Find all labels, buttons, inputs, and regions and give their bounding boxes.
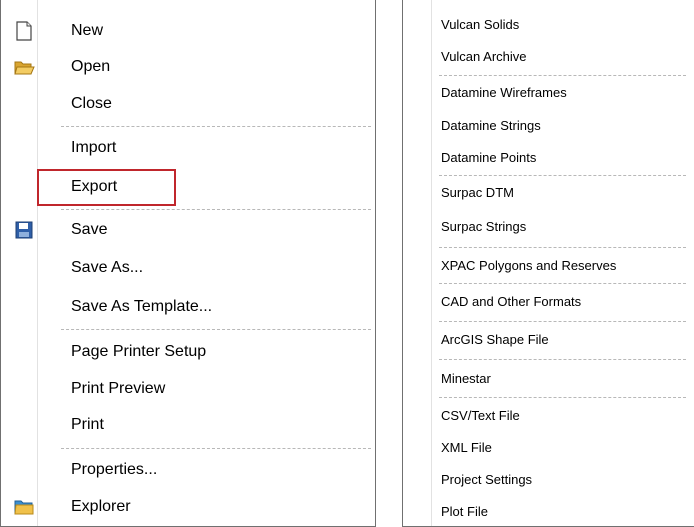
menu-separator <box>61 126 371 127</box>
menu-item-label: Plot File <box>441 503 488 519</box>
menu-item-print[interactable]: Print <box>1 406 375 444</box>
menu-item-label: Properties... <box>71 461 158 478</box>
export-item-surpac-strings[interactable]: Surpac Strings <box>403 212 694 240</box>
file-menu: New Open Close Import Export Save Save A… <box>0 0 376 527</box>
menu-item-label: Vulcan Solids <box>441 16 520 32</box>
menu-item-label: Explorer <box>71 498 131 515</box>
menu-item-save-as-template[interactable]: Save As Template... <box>1 288 375 326</box>
menu-separator <box>439 397 686 398</box>
menu-separator <box>439 359 686 360</box>
menu-item-label: ArcGIS Shape File <box>441 331 549 347</box>
menu-item-label: Page Printer Setup <box>71 343 207 360</box>
menu-separator <box>439 283 686 284</box>
export-item-plot-file[interactable]: Plot File <box>403 497 694 525</box>
menu-item-label: Datamine Points <box>441 149 537 165</box>
menu-item-label: Surpac DTM <box>441 184 514 200</box>
menu-item-open[interactable]: Open <box>1 48 375 86</box>
export-item-minestar[interactable]: Minestar <box>403 364 694 392</box>
menu-item-label: Datamine Strings <box>441 117 541 133</box>
open-folder-icon <box>14 61 35 75</box>
menu-item-print-preview[interactable]: Print Preview <box>1 370 375 408</box>
menu-separator <box>61 448 371 449</box>
menu-item-label: Save <box>71 221 108 238</box>
menu-item-label: Minestar <box>441 370 491 386</box>
menu-item-label: Open <box>71 58 111 75</box>
menu-item-label: Datamine Wireframes <box>441 84 567 100</box>
export-item-cad-and-other-formats[interactable]: CAD and Other Formats <box>403 287 694 315</box>
menu-item-label: Print Preview <box>71 380 166 397</box>
menu-item-label: Surpac Strings <box>441 218 527 234</box>
new-document-icon <box>16 21 32 41</box>
menu-separator <box>439 175 686 176</box>
menu-separator <box>61 209 371 210</box>
menu-item-label: Print <box>71 416 104 433</box>
menu-item-label: XPAC Polygons and Reserves <box>441 257 617 273</box>
export-item-project-settings[interactable]: Project Settings <box>403 465 694 493</box>
export-item-vulcan-solids[interactable]: Vulcan Solids <box>403 10 694 38</box>
export-item-datamine-strings[interactable]: Datamine Strings <box>403 111 694 139</box>
menu-item-label: Save As Template... <box>71 298 213 315</box>
menu-item-label: Project Settings <box>441 471 533 487</box>
menu-item-label: CSV/Text File <box>441 407 520 423</box>
menu-item-label: XML File <box>441 439 492 455</box>
menu-item-label: Close <box>71 95 112 112</box>
menu-separator <box>61 329 371 330</box>
menu-item-label: Import <box>71 139 117 156</box>
export-submenu: Vulcan Solids Vulcan Archive Datamine Wi… <box>402 0 694 527</box>
menu-item-label: New <box>71 22 104 39</box>
export-item-csv-text-file[interactable]: CSV/Text File <box>403 401 694 429</box>
export-item-surpac-dtm[interactable]: Surpac DTM <box>403 178 694 206</box>
menu-item-page-printer-setup[interactable]: Page Printer Setup <box>1 333 375 371</box>
menu-item-properties[interactable]: Properties... <box>1 451 375 489</box>
menu-item-explorer[interactable]: Explorer <box>1 488 375 526</box>
menu-item-save[interactable]: Save <box>1 211 375 249</box>
menu-item-label: CAD and Other Formats <box>441 293 582 309</box>
menu-item-close[interactable]: Close <box>1 85 375 123</box>
explorer-folder-icon <box>14 500 34 515</box>
export-highlight-box <box>37 169 176 206</box>
menu-item-label: Vulcan Archive <box>441 48 527 64</box>
menu-item-label: Save As... <box>71 259 144 276</box>
export-item-datamine-points[interactable]: Datamine Points <box>403 143 694 171</box>
export-item-datamine-wireframes[interactable]: Datamine Wireframes <box>403 78 694 106</box>
export-item-arcgis-shape-file[interactable]: ArcGIS Shape File <box>403 325 694 353</box>
export-item-xml-file[interactable]: XML File <box>403 433 694 461</box>
menu-item-import[interactable]: Import <box>1 129 375 167</box>
menu-separator <box>439 321 686 322</box>
export-item-xpac-polygons-and-reserves[interactable]: XPAC Polygons and Reserves <box>403 251 694 279</box>
menu-item-save-as[interactable]: Save As... <box>1 249 375 287</box>
menu-item-new[interactable]: New <box>1 12 375 50</box>
menu-separator <box>439 247 686 248</box>
export-item-vulcan-archive[interactable]: Vulcan Archive <box>403 42 694 70</box>
floppy-disk-icon <box>15 221 33 239</box>
menu-separator <box>439 75 686 76</box>
